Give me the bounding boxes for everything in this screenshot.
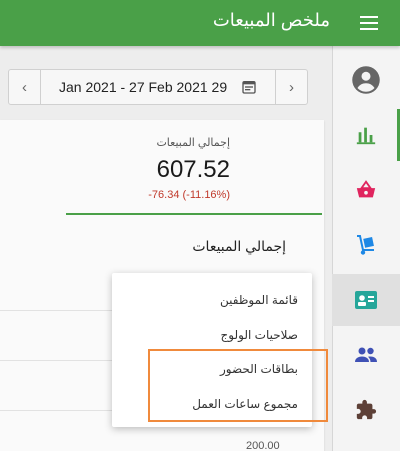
sidebar-item-employees[interactable] <box>332 274 400 326</box>
chart-axis-label: 200.00 <box>246 440 280 451</box>
date-range-label[interactable]: Jan 2021 - 27 Feb 2021 29 <box>59 79 227 95</box>
sidebar-item-sales[interactable] <box>332 164 400 216</box>
sidebar-item-account[interactable] <box>332 54 400 106</box>
calendar-icon[interactable] <box>241 79 257 95</box>
chevron-right-icon: › <box>289 78 294 96</box>
prev-range-button[interactable]: ‹ <box>9 70 41 104</box>
metric-active-indicator <box>66 213 322 215</box>
hamburger-menu-icon[interactable] <box>360 14 380 32</box>
menu-item-total-hours[interactable]: مجموع ساعات العمل <box>192 397 298 411</box>
date-range-picker: ‹ Jan 2021 - 27 Feb 2021 29 › <box>8 69 308 105</box>
menu-item-access-rights[interactable]: صلاحيات الولوج <box>221 328 298 342</box>
sidebar <box>332 46 400 451</box>
chevron-left-icon: ‹ <box>22 78 27 96</box>
sidebar-item-reports[interactable] <box>332 109 400 161</box>
next-range-button[interactable]: › <box>275 70 307 104</box>
employees-submenu: قائمة الموظفين صلاحيات الولوج بطاقات الح… <box>112 273 312 427</box>
id-card-icon <box>355 291 377 309</box>
bar-chart-icon <box>356 127 376 145</box>
hand-truck-icon <box>357 235 374 255</box>
people-icon <box>355 347 377 362</box>
metric-title: إجمالي المبيعات <box>156 137 230 149</box>
account-circle-icon <box>352 66 380 94</box>
basket-icon <box>356 180 376 198</box>
puzzle-icon <box>356 399 377 420</box>
sidebar-item-customers[interactable] <box>332 329 400 381</box>
metric-value: 607.52 <box>156 156 230 183</box>
sidebar-item-addons[interactable] <box>332 384 400 436</box>
app-bar: ملخص المبيعات <box>0 0 400 46</box>
section-title: إجمالي المبيعات <box>192 238 286 254</box>
metric-change: -76.34 (-11.16%) <box>148 189 230 201</box>
menu-item-employee-list[interactable]: قائمة الموظفين <box>220 293 298 307</box>
menu-item-timecards[interactable]: بطاقات الحضور <box>220 362 298 376</box>
page-title: ملخص المبيعات <box>212 10 330 30</box>
sidebar-item-inventory[interactable] <box>332 219 400 271</box>
